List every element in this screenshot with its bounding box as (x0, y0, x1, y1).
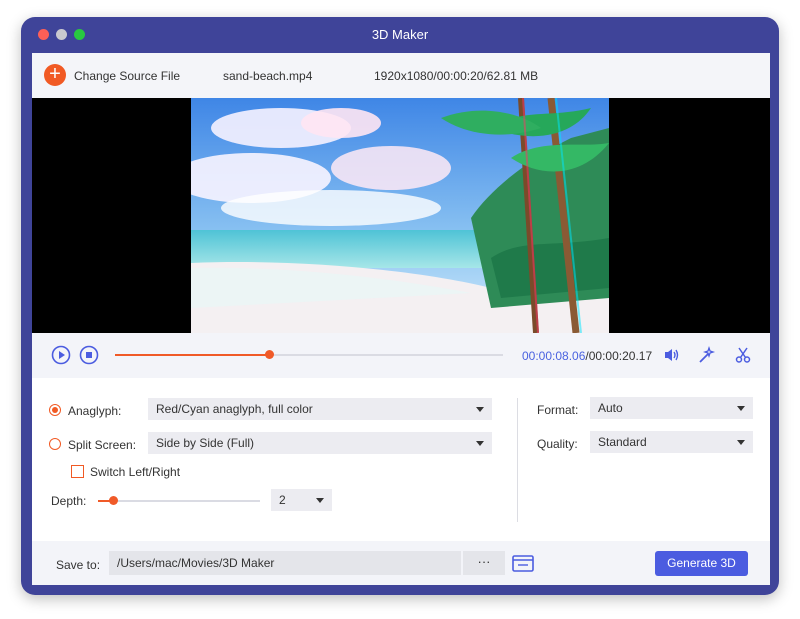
open-folder-icon[interactable] (512, 554, 534, 572)
format-select-value: Auto (598, 401, 623, 415)
change-source-button[interactable]: Change Source File (74, 69, 180, 83)
save-path-field[interactable]: /Users/mac/Movies/3D Maker (109, 551, 461, 575)
anaglyph-label: Anaglyph: (68, 404, 122, 418)
anaglyph-select-value: Red/Cyan anaglyph, full color (156, 402, 313, 416)
depth-slider-handle[interactable] (109, 496, 118, 505)
total-time: /00:00:20.17 (585, 349, 653, 363)
split-screen-radio[interactable] (49, 438, 61, 450)
split-screen-label: Split Screen: (68, 438, 137, 452)
depth-select[interactable]: 2 (271, 489, 332, 511)
switch-left-right-label: Switch Left/Right (90, 465, 181, 479)
format-select[interactable]: Auto (590, 397, 753, 419)
stop-icon[interactable] (79, 345, 99, 365)
save-to-label: Save to: (56, 558, 101, 572)
main-panel: + Change Source File sand-beach.mp4 1920… (32, 53, 770, 585)
video-frame-image (191, 98, 609, 333)
scissors-icon[interactable] (733, 345, 753, 365)
beach-scene-image (191, 98, 609, 333)
anaglyph-select[interactable]: Red/Cyan anaglyph, full color (148, 398, 492, 420)
format-label: Format: (537, 403, 579, 417)
switch-left-right-checkbox[interactable] (71, 465, 84, 478)
progress-bar[interactable] (115, 350, 503, 359)
browse-button[interactable]: ··· (462, 551, 505, 575)
quality-label: Quality: (537, 437, 578, 451)
chevron-down-icon (476, 407, 484, 412)
depth-select-value: 2 (279, 493, 286, 507)
title-bar: 3D Maker (21, 17, 779, 53)
chevron-down-icon (476, 441, 484, 446)
window-title: 3D Maker (371, 27, 429, 42)
progress-handle[interactable] (265, 350, 274, 359)
add-source-icon[interactable]: + (44, 64, 66, 86)
settings-panel: Anaglyph: Red/Cyan anaglyph, full color … (32, 378, 770, 541)
footer-bar: Save to: /Users/mac/Movies/3D Maker ··· … (32, 541, 770, 585)
current-time: 00:00:08.06 (522, 349, 586, 363)
quality-select[interactable]: Standard (590, 431, 753, 453)
quality-select-value: Standard (598, 435, 647, 449)
source-filename: sand-beach.mp4 (223, 69, 313, 83)
chevron-down-icon (316, 498, 324, 503)
app-window: 3D Maker + Change Source File sand-beach… (21, 17, 779, 595)
playback-controls: 00:00:08.06/00:00:20.17 (32, 333, 770, 378)
source-bar: + Change Source File sand-beach.mp4 1920… (32, 53, 770, 98)
video-preview (32, 98, 770, 333)
source-file-info: 1920x1080/00:00:20/62.81 MB (374, 69, 539, 83)
depth-slider[interactable] (98, 496, 260, 505)
depth-label: Depth: (51, 494, 87, 508)
volume-icon[interactable] (662, 345, 682, 365)
anaglyph-radio[interactable] (49, 404, 61, 416)
chevron-down-icon (737, 440, 745, 445)
progress-fill (115, 354, 270, 356)
settings-divider (517, 398, 518, 522)
play-icon[interactable] (51, 345, 71, 365)
split-screen-select-value: Side by Side (Full) (156, 436, 255, 450)
split-screen-select[interactable]: Side by Side (Full) (148, 432, 492, 454)
time-readout: 00:00:08.06/00:00:20.17 (522, 349, 652, 363)
chevron-down-icon (737, 406, 745, 411)
magic-wand-icon[interactable] (696, 345, 716, 365)
generate-3d-button[interactable]: Generate 3D (655, 551, 748, 576)
